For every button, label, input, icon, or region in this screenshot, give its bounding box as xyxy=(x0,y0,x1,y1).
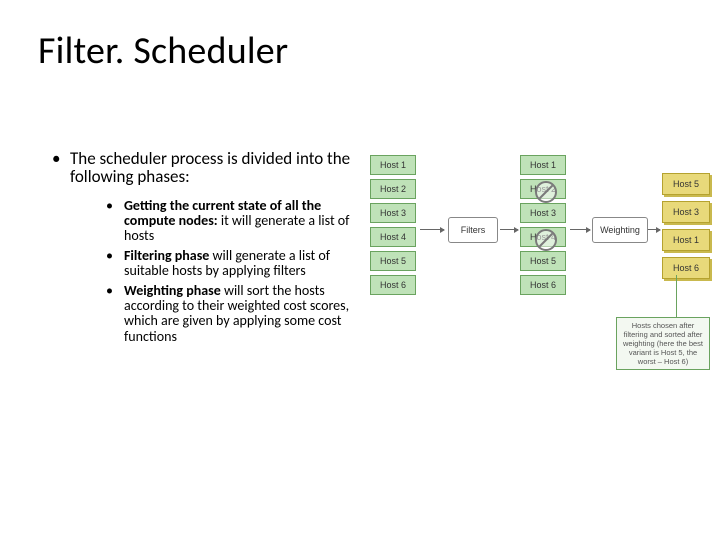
host-label: Host 6 xyxy=(530,280,556,290)
host-box: Host 5 xyxy=(520,251,566,271)
callout-connector xyxy=(676,275,677,317)
sub-bullets: Getting the current state of all the com… xyxy=(70,198,352,345)
host-box: Host 6 xyxy=(370,275,416,295)
host-label: Host 5 xyxy=(530,256,556,266)
arrow-icon xyxy=(420,229,444,230)
host-box: Host 4 xyxy=(520,227,566,247)
host-box: Host 3 xyxy=(520,203,566,223)
sub-bullet: Getting the current state of all the com… xyxy=(106,198,352,244)
sub-bullet: Filtering phase will generate a list of … xyxy=(106,248,352,279)
hosts-filtered: Host 1 Host 2 Host 3 Host 4 Host 5 Host … xyxy=(520,155,566,295)
hosts-weighted: Host 5 Host 3 Host 1 Host 6 xyxy=(662,173,710,279)
host-box-ranked: Host 1 xyxy=(662,229,710,251)
host-box-ranked: Host 5 xyxy=(662,173,710,195)
arrow-icon xyxy=(648,229,660,230)
host-label: Host 3 xyxy=(530,208,556,218)
arrow-icon xyxy=(500,229,518,230)
filters-stage: Filters xyxy=(448,217,498,243)
host-box-ranked: Host 6 xyxy=(662,257,710,279)
host-box: Host 5 xyxy=(370,251,416,271)
weighting-stage: Weighting xyxy=(592,217,648,243)
arrow-icon xyxy=(570,229,590,230)
slide: Filter. Scheduler The scheduler process … xyxy=(0,0,720,540)
diagram: Host 1 Host 2 Host 3 Host 4 Host 5 Host … xyxy=(370,155,710,385)
host-box-ranked: Host 3 xyxy=(662,201,710,223)
slide-title: Filter. Scheduler xyxy=(38,28,288,74)
host-box: Host 4 xyxy=(370,227,416,247)
host-box: Host 6 xyxy=(520,275,566,295)
forbidden-icon xyxy=(535,181,557,203)
callout-box: Hosts chosen after filtering and sorted … xyxy=(616,317,710,370)
intro-bullet: The scheduler process is divided into th… xyxy=(52,150,352,344)
host-label: Host 1 xyxy=(530,160,556,170)
sub-bullet: Weighting phase will sort the hosts acco… xyxy=(106,283,352,345)
host-box: Host 2 xyxy=(370,179,416,199)
host-box: Host 2 xyxy=(520,179,566,199)
host-box: Host 3 xyxy=(370,203,416,223)
host-box: Host 1 xyxy=(520,155,566,175)
forbidden-icon xyxy=(535,229,557,251)
hosts-initial: Host 1 Host 2 Host 3 Host 4 Host 5 Host … xyxy=(370,155,416,295)
intro-text: The scheduler process is divided into th… xyxy=(70,148,350,187)
host-box: Host 1 xyxy=(370,155,416,175)
body-text: The scheduler process is divided into th… xyxy=(52,150,352,354)
